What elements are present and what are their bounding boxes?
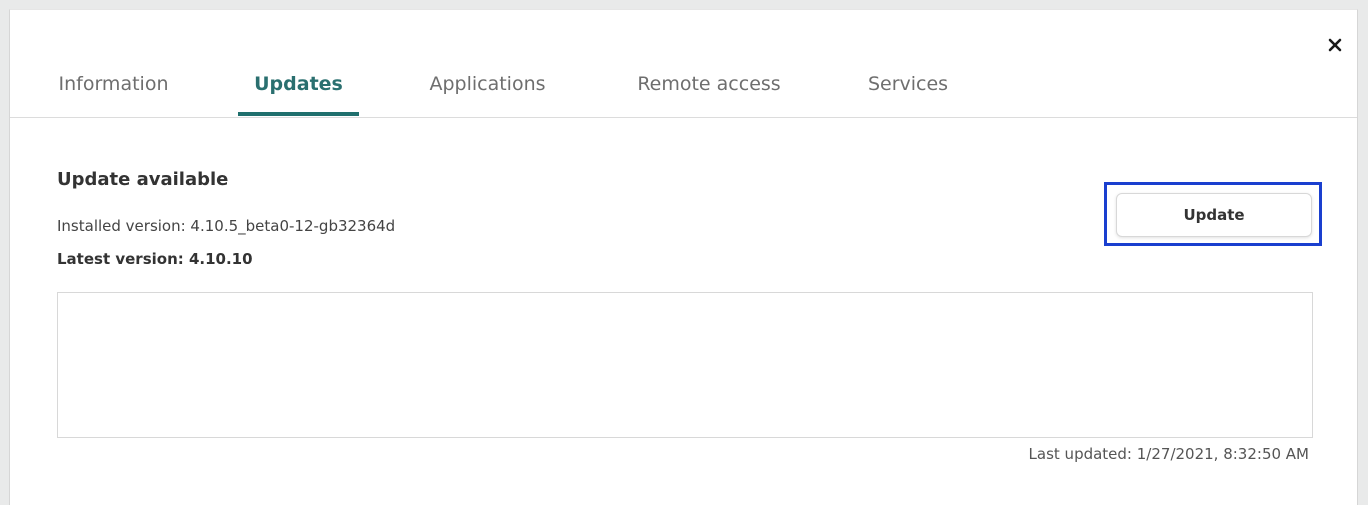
update-log-box	[57, 292, 1313, 438]
tab-bar: Information Updates Applications Remote …	[10, 10, 1357, 118]
update-button[interactable]: Update	[1116, 193, 1312, 237]
tab-updates[interactable]: Updates	[238, 72, 359, 116]
update-status-title: Update available	[57, 169, 229, 190]
tab-services[interactable]: Services	[858, 72, 958, 116]
last-updated-timestamp: Last updated: 1/27/2021, 8:32:50 AM	[1028, 445, 1309, 463]
tab-applications-label: Applications	[429, 73, 546, 95]
tab-information-label: Information	[58, 73, 169, 95]
tab-remote-access[interactable]: Remote access	[628, 72, 790, 116]
tab-updates-label: Updates	[254, 73, 343, 95]
device-details-dialog: Information Updates Applications Remote …	[9, 9, 1358, 505]
installed-version: Installed version: 4.10.5_beta0-12-gb323…	[57, 217, 396, 235]
tab-remote-access-label: Remote access	[637, 73, 781, 95]
active-tab-indicator	[238, 112, 359, 116]
tab-applications[interactable]: Applications	[419, 72, 556, 116]
latest-version: Latest version: 4.10.10	[57, 250, 253, 268]
tab-information[interactable]: Information	[48, 72, 179, 116]
tab-services-label: Services	[867, 73, 949, 95]
